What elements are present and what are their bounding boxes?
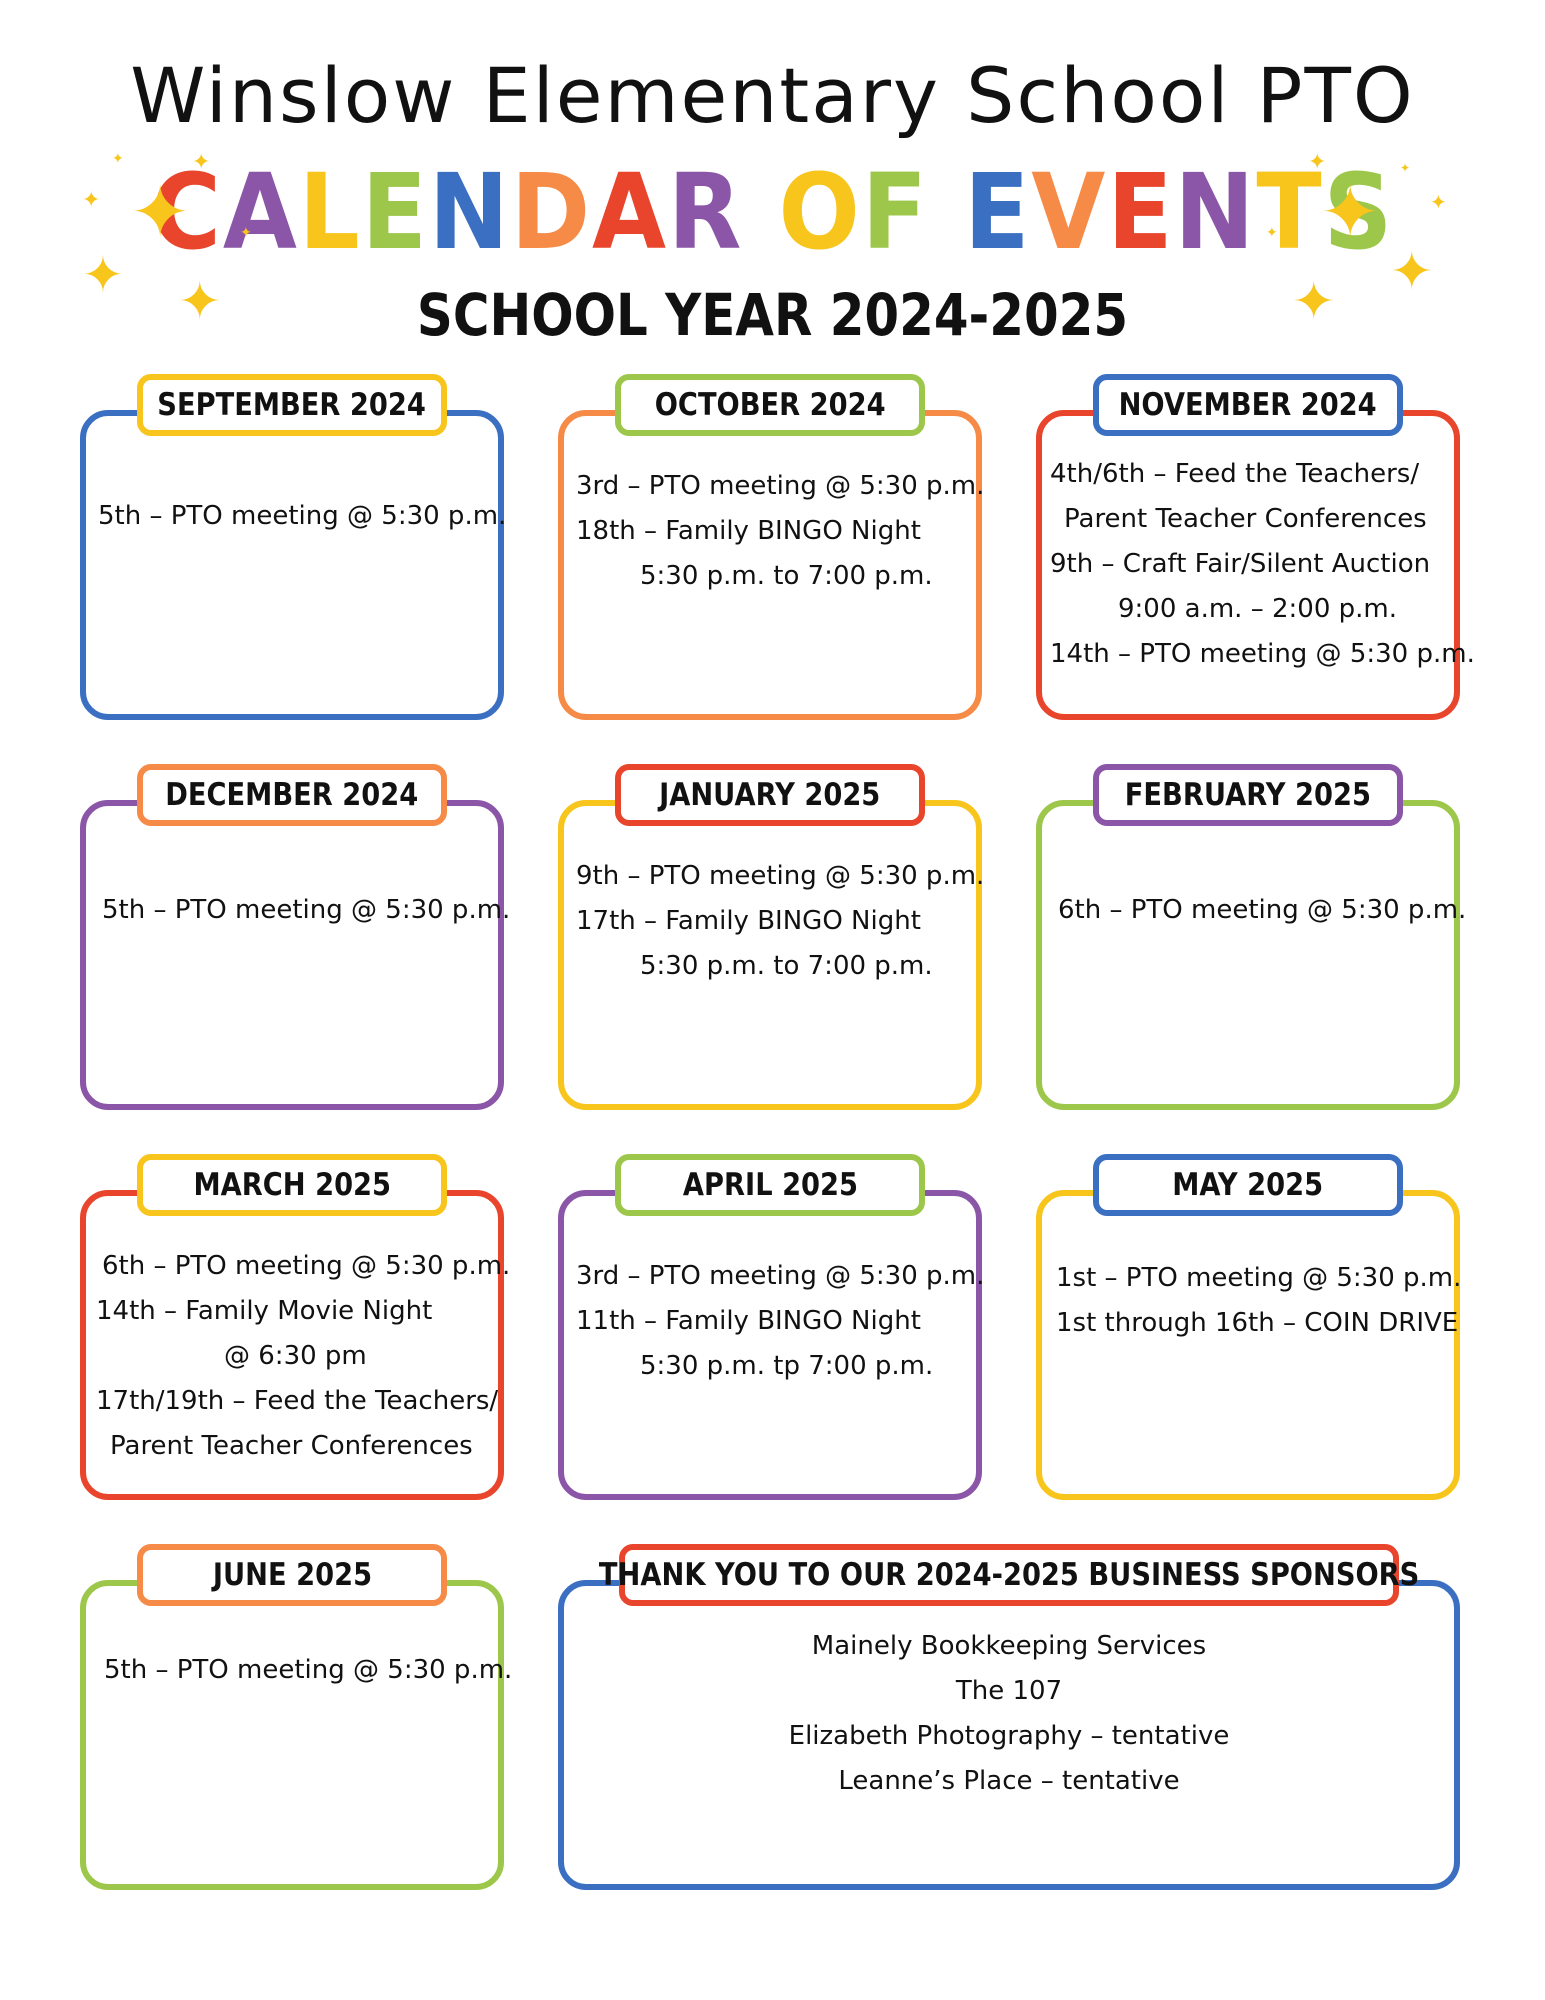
event-list: 6th – PTO meeting @ 5:30 p.m.: [1058, 888, 1466, 933]
event-line: 17th/19th – Feed the Teachers/: [96, 1386, 499, 1416]
event-line: 6th – PTO meeting @ 5:30 p.m.: [1058, 895, 1467, 925]
month-title-tab: JUNE 2025: [137, 1544, 447, 1606]
calendar-title-letter: N: [1174, 151, 1257, 273]
event-line: 9th – PTO meeting @ 5:30 p.m.: [576, 861, 985, 891]
event-line: 5:30 p.m. tp 7:00 p.m.: [640, 1351, 934, 1381]
event-list: 5th – PTO meeting @ 5:30 p.m.: [102, 888, 510, 933]
month-title-tab: MAY 2025: [1093, 1154, 1403, 1216]
event-line: 11th – Family BINGO Night: [576, 1306, 921, 1336]
event-line: 14th – Family Movie Night: [96, 1296, 433, 1326]
event-line: @ 6:30 pm: [224, 1341, 367, 1371]
calendar-title-letter: V: [1031, 151, 1108, 273]
event-line: 6th – PTO meeting @ 5:30 p.m.: [102, 1251, 511, 1281]
month-title: NOVEMBER 2024: [1118, 387, 1378, 423]
event-line: Parent Teacher Conferences: [110, 1431, 473, 1461]
event-line: 5th – PTO meeting @ 5:30 p.m.: [102, 895, 511, 925]
event-line: Elizabeth Photography – tentative: [788, 1721, 1230, 1751]
month-title-tab: JANUARY 2025: [615, 764, 925, 826]
sparkle-icon: ✦: [1292, 272, 1336, 332]
month-title-tab: SEPTEMBER 2024: [137, 374, 447, 436]
sparkle-icon: ✦: [178, 272, 222, 332]
event-line: 5:30 p.m. to 7:00 p.m.: [640, 951, 933, 981]
month-box: [80, 800, 504, 1110]
month-title: THANK YOU TO OUR 2024-2025 BUSINESS SPON…: [598, 1557, 1420, 1593]
month-title: APRIL 2025: [682, 1167, 858, 1203]
event-line: 17th – Family BINGO Night: [576, 906, 921, 936]
event-list: Mainely Bookkeeping Services The 107 Eliza…: [558, 1624, 1460, 1804]
event-list: 9th – PTO meeting @ 5:30 p.m. 17th – Fami…: [576, 854, 984, 989]
event-line: 3rd – PTO meeting @ 5:30 p.m.: [576, 471, 985, 501]
month-title-tab: MARCH 2025: [137, 1154, 447, 1216]
calendar-title-letter: A: [591, 151, 668, 273]
event-line: Mainely Bookkeeping Services: [811, 1631, 1207, 1661]
month-box: [80, 1580, 504, 1890]
event-line: 3rd – PTO meeting @ 5:30 p.m.: [576, 1261, 985, 1291]
month-title: MARCH 2025: [193, 1167, 391, 1203]
event-line: 14th – PTO meeting @ 5:30 p.m.: [1050, 639, 1475, 669]
month-title-tab: DECEMBER 2024: [137, 764, 447, 826]
sparkle-icon: ✦: [1400, 161, 1411, 175]
event-line: 5th – PTO meeting @ 5:30 p.m.: [98, 501, 507, 531]
calendar-title-letter: [743, 151, 778, 273]
event-line: 1st – PTO meeting @ 5:30 p.m.: [1056, 1263, 1462, 1293]
event-line: The 107: [955, 1676, 1063, 1706]
calendar-title-letter: F: [861, 151, 929, 273]
event-list: 4th/6th – Feed the Teachers/Parent Teach…: [1050, 452, 1475, 677]
event-list: 1st – PTO meeting @ 5:30 p.m. 1st through…: [1056, 1256, 1461, 1346]
month-title-tab: THANK YOU TO OUR 2024-2025 BUSINESS SPON…: [599, 1544, 1419, 1606]
school-year-title: SCHOOL YEAR 2024-2025: [416, 281, 1129, 349]
event-list: 3rd – PTO meeting @ 5:30 p.m. 18th – Fami…: [576, 464, 984, 599]
calendar-title-letter: E: [1107, 151, 1175, 273]
sparkle-icon: ✦: [192, 150, 211, 175]
month-title: OCTOBER 2024: [654, 387, 886, 423]
sparkle-icon: ✦: [1430, 190, 1447, 214]
month-title: DECEMBER 2024: [165, 777, 419, 813]
calendar-title-letter: N: [428, 151, 511, 273]
calendar-title-letter: E: [964, 151, 1032, 273]
sparkle-icon: ✦: [1266, 225, 1278, 241]
event-list: 5th – PTO meeting @ 5:30 p.m.: [104, 1648, 512, 1693]
month-box: [80, 410, 504, 720]
sparkle-icon: ✦: [240, 225, 252, 241]
sparkle-icon: ✦: [82, 246, 124, 304]
calendar-title-letter: A: [222, 151, 299, 273]
event-line: 9:00 a.m. – 2:00 p.m.: [1118, 594, 1397, 624]
month-title-tab: NOVEMBER 2024: [1093, 374, 1403, 436]
month-title: FEBRUARY 2025: [1124, 777, 1372, 813]
calendar-title-letter: E: [361, 151, 429, 273]
month-title: SEPTEMBER 2024: [157, 387, 427, 423]
event-line: 4th/6th – Feed the Teachers/: [1050, 459, 1420, 489]
sparkle-icon: ✦: [1390, 242, 1434, 302]
month-title-tab: APRIL 2025: [615, 1154, 925, 1216]
month-title-tab: FEBRUARY 2025: [1093, 764, 1403, 826]
sparkle-icon: ✦: [112, 151, 124, 167]
event-line: 1st through 16th – COIN DRIVE: [1056, 1308, 1459, 1338]
event-line: 9th – Craft Fair/Silent Auction: [1050, 549, 1431, 579]
event-line: Leanne’s Place – tentative: [838, 1766, 1180, 1796]
sparkle-icon: ✦: [130, 170, 191, 254]
event-list: 6th – PTO meeting @ 5:30 p.m. 14th – Fami…: [96, 1244, 510, 1469]
event-line: 5th – PTO meeting @ 5:30 p.m.: [104, 1655, 513, 1685]
month-title: JANUARY 2025: [659, 777, 881, 813]
org-title: Winslow Elementary School PTO: [130, 51, 1415, 140]
month-box: [1036, 800, 1460, 1110]
month-title: JUNE 2025: [212, 1557, 372, 1593]
calendar-title-letter: R: [667, 151, 744, 273]
calendar-title: CALENDAR OF EVENTS: [62, 160, 1483, 264]
event-line: 5:30 p.m. to 7:00 p.m.: [640, 561, 933, 591]
event-list: 3rd – PTO meeting @ 5:30 p.m. 11th – Fami…: [576, 1254, 984, 1389]
calendar-title-letter: [929, 151, 964, 273]
month-title: MAY 2025: [1172, 1167, 1324, 1203]
sparkle-icon: ✦: [82, 188, 101, 213]
sparkle-icon: ✦: [1320, 170, 1381, 254]
event-line: Parent Teacher Conferences: [1064, 504, 1427, 534]
calendar-title-letter: O: [778, 151, 862, 273]
event-line: 18th – Family BINGO Night: [576, 516, 921, 546]
calendar-title-letter: D: [510, 151, 592, 273]
event-list: 5th – PTO meeting @ 5:30 p.m.: [98, 494, 506, 539]
calendar-title-letter: L: [298, 151, 362, 273]
month-title-tab: OCTOBER 2024: [615, 374, 925, 436]
